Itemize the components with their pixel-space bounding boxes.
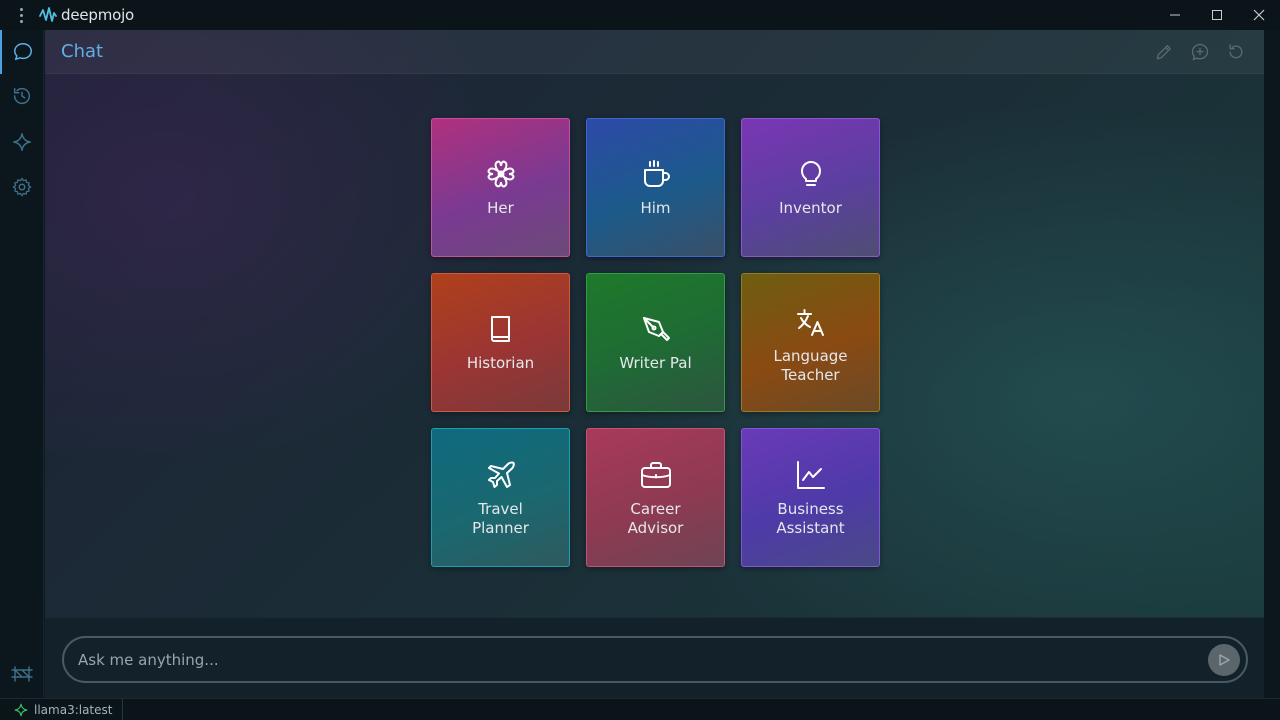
rail-item-network[interactable] (0, 652, 44, 696)
page-title: Chat (61, 41, 104, 62)
close-button[interactable] (1238, 0, 1280, 30)
persona-label: Historian (466, 354, 535, 372)
refresh-button[interactable] (1218, 34, 1254, 70)
maximize-icon (1212, 10, 1222, 20)
chat-header: Chat (45, 30, 1264, 74)
persona-label: Her (487, 199, 514, 217)
persona-card-business-assistant[interactable]: Business Assistant (741, 428, 880, 567)
sparkle-icon (14, 703, 28, 716)
chat-bubble-icon (14, 43, 32, 61)
chat-input[interactable] (78, 639, 1208, 680)
app-name: deepmojo (61, 6, 135, 24)
persona-card-career-advisor[interactable]: Career Advisor (586, 428, 725, 567)
persona-label: Him (640, 199, 671, 217)
new-chat-button[interactable] (1182, 34, 1218, 70)
status-bar: llama3:latest (0, 698, 1280, 720)
input-area (45, 617, 1264, 698)
refresh-icon (1229, 43, 1243, 58)
sparkle-icon (13, 133, 31, 151)
chat-input-container (62, 636, 1248, 683)
persona-label: Business Assistant (776, 499, 845, 537)
title-bar: deepmojo (0, 0, 1280, 30)
persona-label: Writer Pal (619, 354, 692, 372)
coffee-cup-icon (643, 160, 670, 187)
persona-label: Career Advisor (627, 499, 684, 537)
gear-icon (12, 177, 32, 197)
flower-icon (487, 160, 514, 188)
add-chat-icon (1191, 43, 1209, 60)
close-icon (1253, 9, 1265, 21)
persona-card-historian[interactable]: Historian (431, 273, 570, 412)
left-rail (0, 30, 44, 698)
rail-item-sparkle[interactable] (0, 120, 44, 164)
rail-item-chat[interactable] (0, 30, 44, 74)
lightbulb-icon (800, 161, 821, 186)
minimize-icon (1170, 14, 1180, 16)
persona-label: Inventor (779, 199, 842, 217)
network-icon (11, 666, 33, 682)
model-name: llama3:latest (34, 702, 113, 717)
persona-grid: Her Him Inventor Historian Writer Pal La… (431, 118, 880, 567)
edit-button[interactable] (1146, 34, 1182, 70)
main-panel: Chat Her Him Inventor Historian Writer P… (45, 30, 1264, 698)
send-button[interactable] (1208, 643, 1240, 676)
model-selector[interactable]: llama3:latest (0, 698, 124, 720)
rail-item-settings[interactable] (0, 165, 44, 209)
persona-label: Language Teacher (773, 346, 848, 384)
rail-item-history[interactable] (0, 74, 44, 118)
pen-nib-icon (642, 317, 670, 341)
persona-label: Travel Planner (472, 499, 529, 537)
minimize-button[interactable] (1154, 0, 1196, 30)
book-icon (490, 316, 510, 342)
send-icon (1219, 653, 1230, 666)
maximize-button[interactable] (1196, 0, 1238, 30)
persona-card-inventor[interactable]: Inventor (741, 118, 880, 257)
right-gutter (1264, 30, 1280, 698)
persona-card-writer-pal[interactable]: Writer Pal (586, 273, 725, 412)
translate-icon (796, 308, 824, 336)
waveform-logo-icon (39, 7, 57, 22)
briefcase-icon (640, 461, 671, 488)
persona-card-her[interactable]: Her (431, 118, 570, 257)
chart-line-icon (796, 460, 825, 489)
persona-card-him[interactable]: Him (586, 118, 725, 257)
history-icon (13, 87, 31, 105)
vertical-dots-icon[interactable] (12, 7, 30, 23)
pencil-icon (1156, 44, 1171, 59)
persona-card-language-teacher[interactable]: Language Teacher (741, 273, 880, 412)
app-logo: deepmojo (38, 5, 134, 25)
airplane-icon (487, 461, 515, 488)
persona-card-travel-planner[interactable]: Travel Planner (431, 428, 570, 567)
